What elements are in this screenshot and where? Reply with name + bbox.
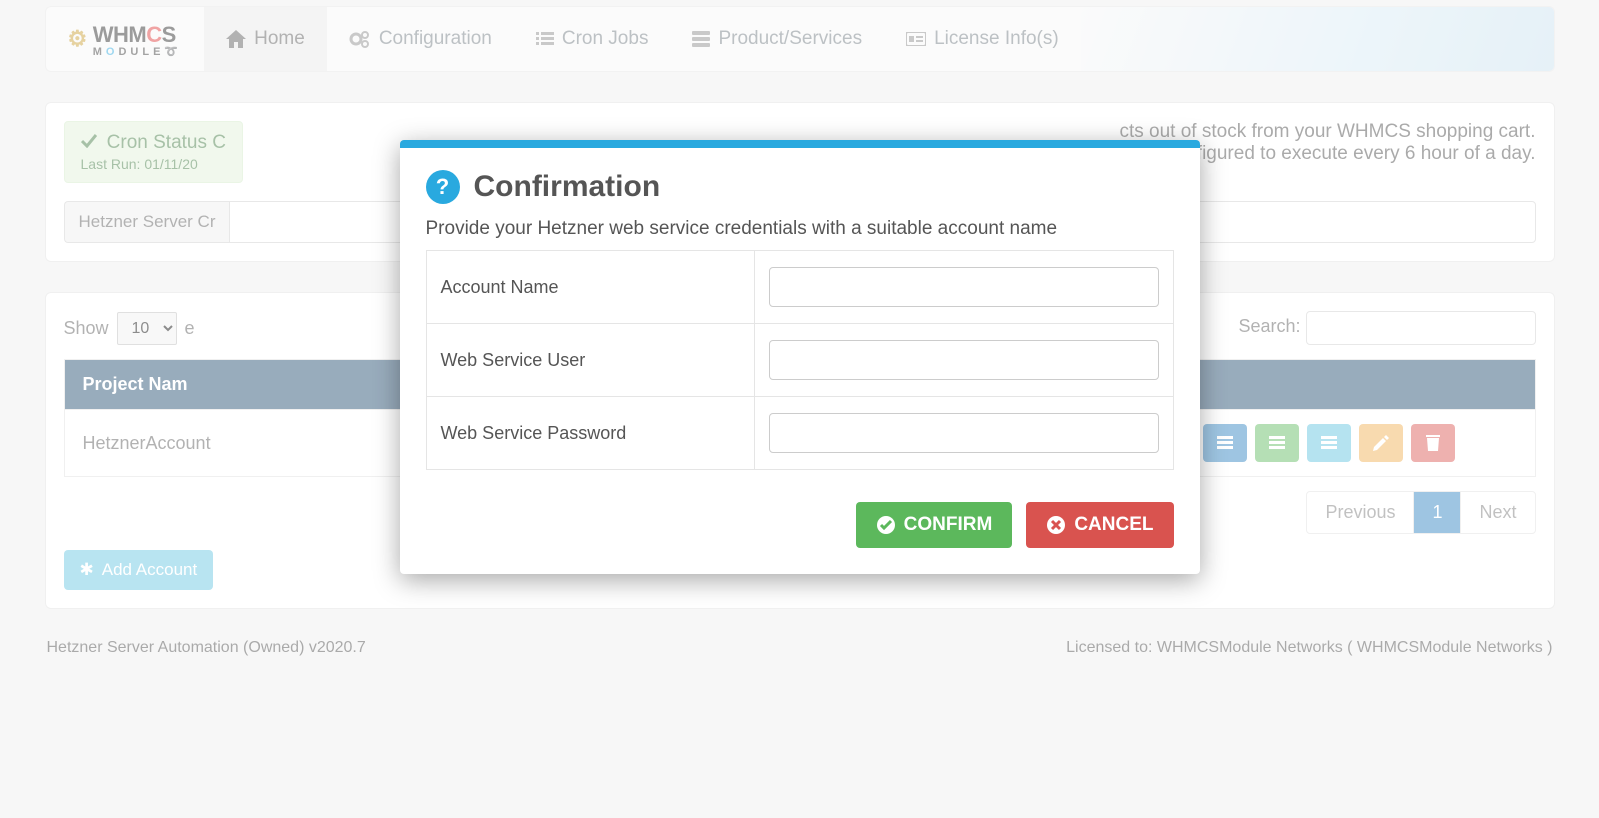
input-account-name[interactable]	[769, 267, 1158, 307]
confirm-button[interactable]: CONFIRM	[856, 502, 1013, 548]
check-circle-icon	[876, 515, 896, 535]
confirm-label: CONFIRM	[904, 514, 993, 536]
label-web-service-user: Web Service User	[426, 324, 755, 397]
label-web-service-password: Web Service Password	[426, 397, 755, 470]
times-circle-icon	[1046, 515, 1066, 535]
modal-overlay: ? Confirmation Provide your Hetzner web …	[0, 0, 1599, 818]
cancel-button[interactable]: CANCEL	[1026, 502, 1173, 548]
modal-subtitle: Provide your Hetzner web service credent…	[426, 218, 1174, 240]
modal-accent-bar	[400, 140, 1200, 148]
credentials-form: Account Name Web Service User Web Servic…	[426, 250, 1174, 470]
question-icon: ?	[426, 170, 460, 204]
label-account-name: Account Name	[426, 251, 755, 324]
confirmation-modal: ? Confirmation Provide your Hetzner web …	[400, 140, 1200, 574]
cancel-label: CANCEL	[1074, 514, 1153, 536]
input-web-service-password[interactable]	[769, 413, 1158, 453]
input-web-service-user[interactable]	[769, 340, 1158, 380]
modal-title: ? Confirmation	[426, 170, 1174, 204]
